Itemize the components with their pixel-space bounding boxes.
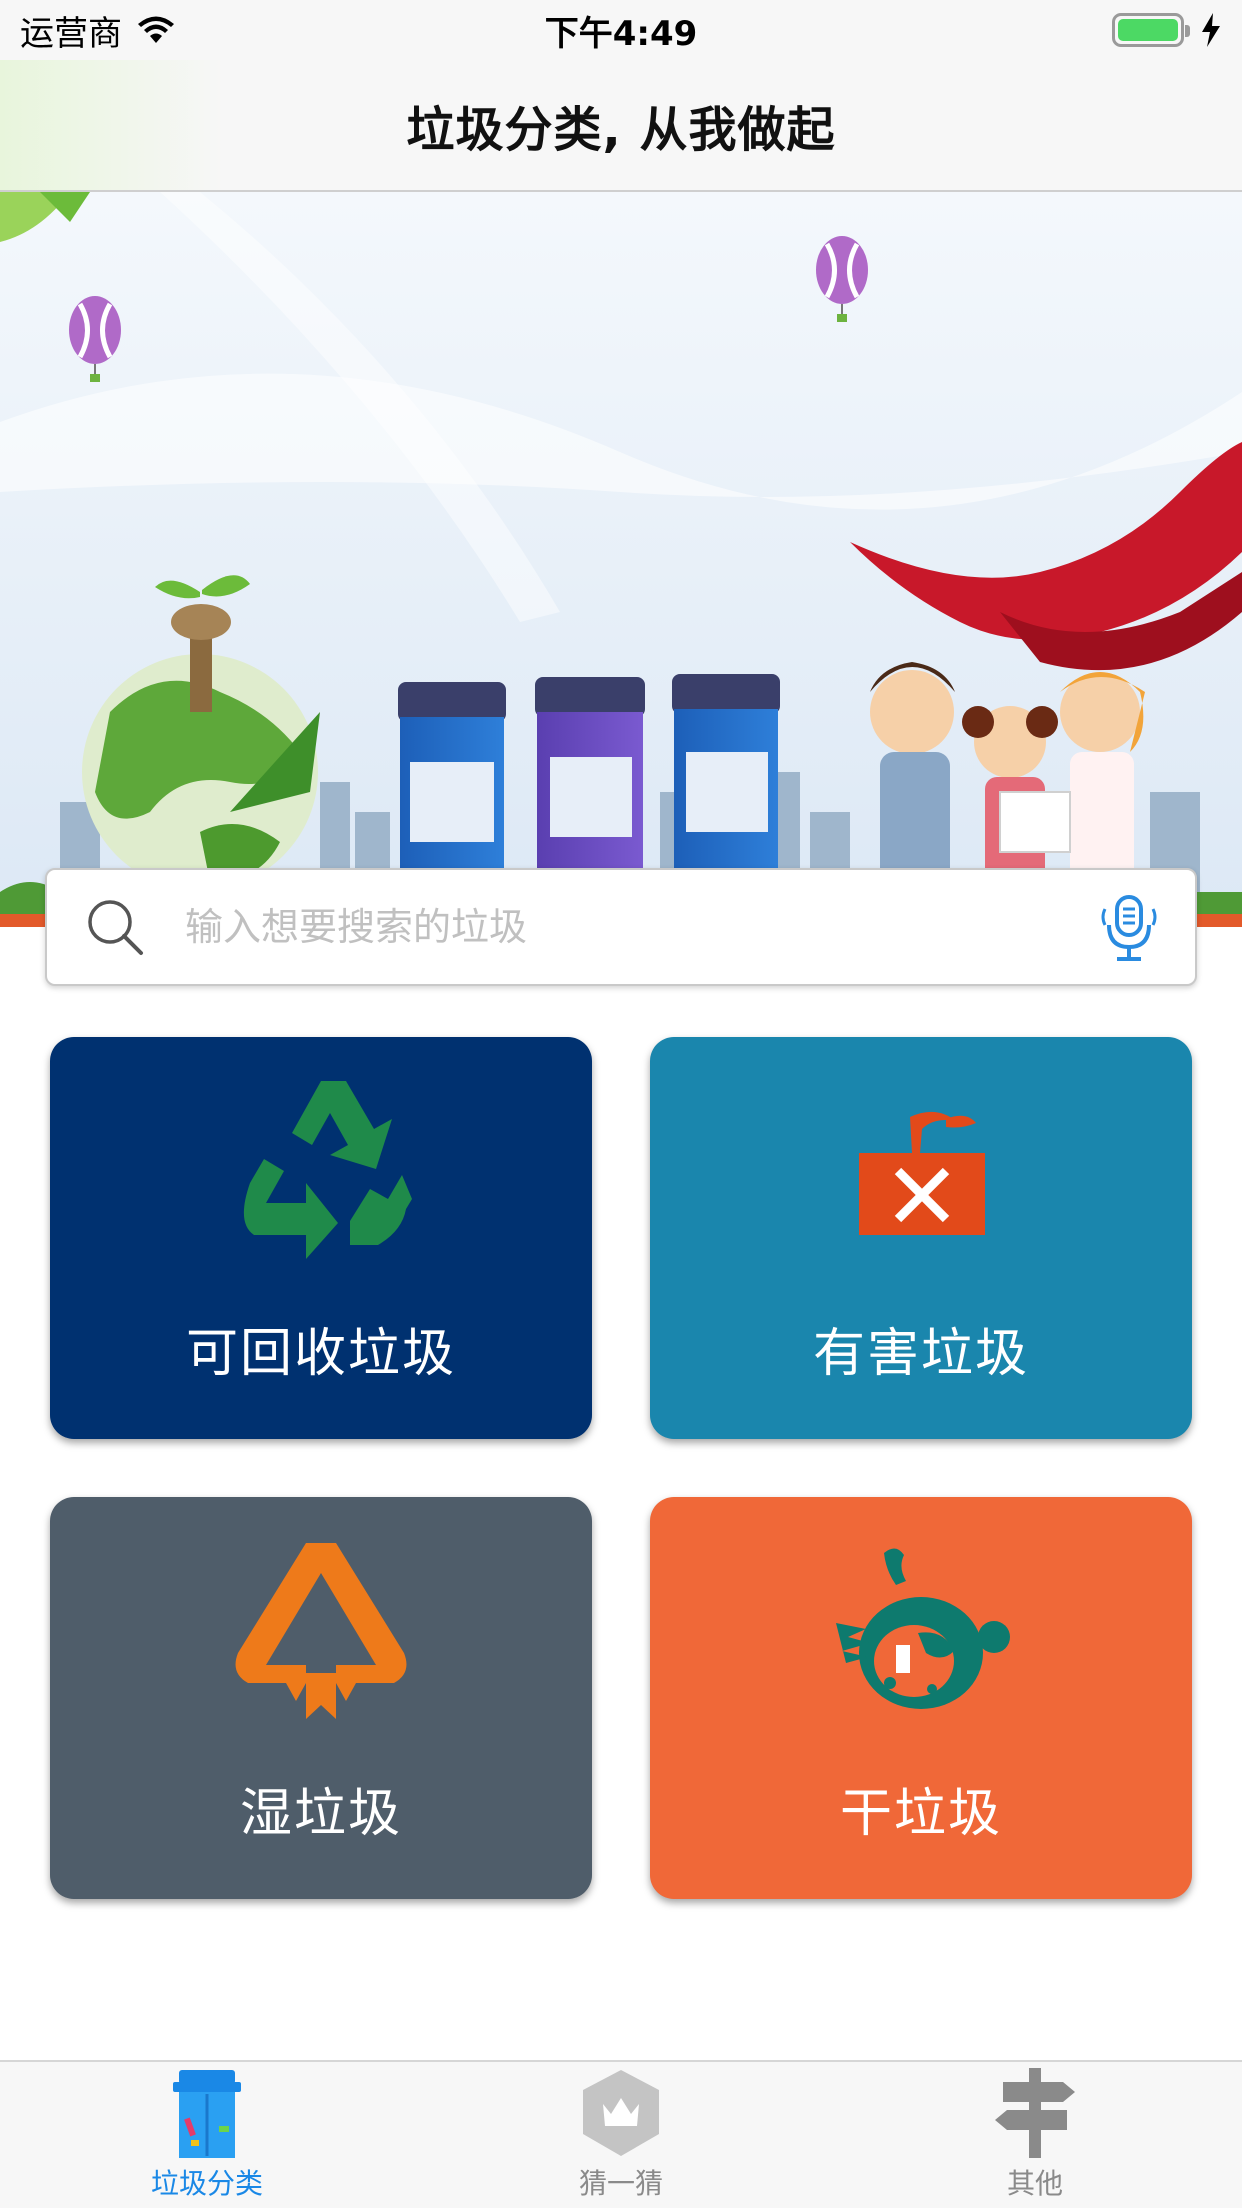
tab-other[interactable]: 其他 — [828, 2062, 1242, 2208]
status-bar: 运营商 下午4:49 — [0, 0, 1242, 60]
wet-waste-icon — [235, 1543, 407, 1719]
page-title: 垃圾分类, 从我做起 — [406, 102, 836, 158]
battery-level — [1118, 19, 1178, 41]
category-label: 干垃圾 — [839, 1784, 1002, 1844]
banner-artwork — [0, 192, 1242, 927]
charging-icon — [1202, 13, 1220, 47]
trash-bin-icon — [173, 2070, 241, 2158]
tab-label: 其他 — [1006, 2167, 1063, 2200]
navigation-bar: 垃圾分类, 从我做起 — [0, 60, 1242, 192]
status-left: 运营商 — [20, 6, 176, 55]
status-time: 下午4:49 — [544, 13, 698, 54]
tab-label: 垃圾分类 — [150, 2167, 263, 2200]
status-right — [1112, 13, 1222, 47]
microphone-icon[interactable] — [1099, 889, 1159, 965]
category-recyclable[interactable]: 可回收垃圾 — [50, 1037, 592, 1439]
banner-illustration — [0, 192, 1242, 927]
battery-icon — [1112, 13, 1190, 47]
tab-label: 猜一猜 — [578, 2167, 663, 2200]
search-bar[interactable] — [45, 868, 1197, 986]
wifi-icon — [138, 16, 174, 43]
category-label: 可回收垃圾 — [185, 1324, 456, 1384]
recycle-icon — [243, 1081, 412, 1259]
tab-sorting[interactable]: 垃圾分类 — [0, 2062, 414, 2208]
category-wet-waste[interactable]: 湿垃圾 — [50, 1497, 592, 1899]
dry-waste-icon — [836, 1548, 1010, 1709]
tab-bar: 垃圾分类 猜一猜 其他 — [0, 2060, 1242, 2208]
category-label: 有害垃圾 — [812, 1324, 1029, 1384]
crown-badge-icon — [583, 2070, 659, 2156]
tab-guess[interactable]: 猜一猜 — [414, 2062, 828, 2208]
hazardous-icon — [859, 1111, 985, 1235]
search-icon — [88, 900, 143, 955]
category-dry-waste[interactable]: 干垃圾 — [650, 1497, 1192, 1899]
category-label: 湿垃圾 — [239, 1784, 402, 1844]
category-hazardous[interactable]: 有害垃圾 — [650, 1037, 1192, 1439]
signpost-icon — [995, 2068, 1075, 2158]
search-input[interactable] — [185, 905, 1099, 949]
carrier-label: 运营商 — [20, 13, 122, 54]
